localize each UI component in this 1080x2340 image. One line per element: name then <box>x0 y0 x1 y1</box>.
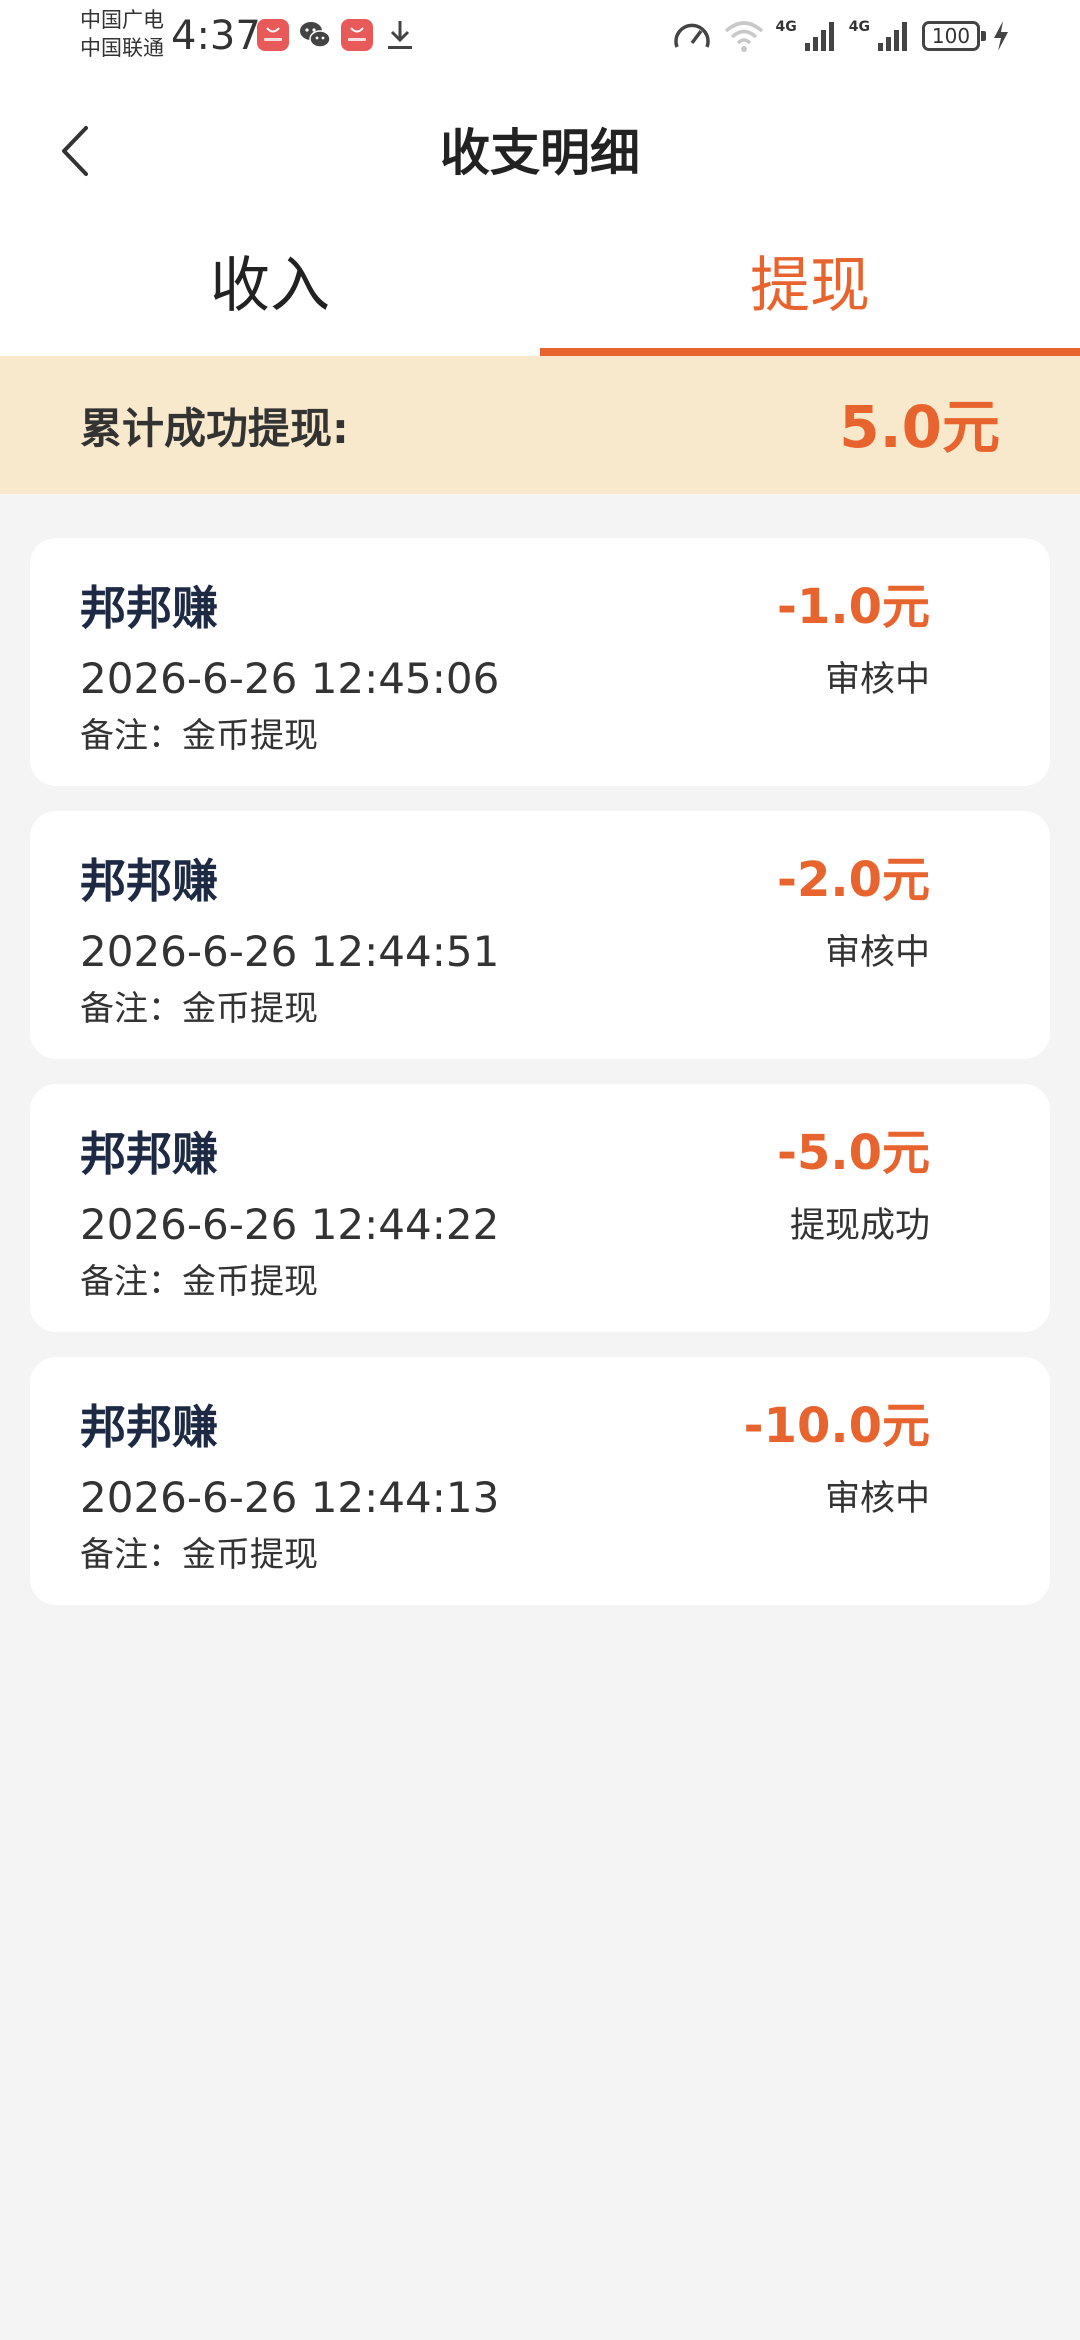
app-header: 收支明细 <box>0 76 1080 226</box>
tab-bar: 收入 提现 <box>0 226 1080 356</box>
page-title: 收支明细 <box>440 124 640 182</box>
status-icons: 4G 4G 100 <box>672 16 1010 56</box>
record-note: 备注：金币提现 <box>80 1535 318 1575</box>
record-time: 2026-6-26 12:44:51 <box>80 927 500 976</box>
carrier-1: 中国广电 <box>80 8 164 32</box>
wifi-icon <box>724 21 763 52</box>
record-name: 邦邦赚 <box>80 581 218 635</box>
signal-icon <box>878 22 907 51</box>
record-status: 审核中 <box>824 1479 930 1519</box>
record-amount: -1.0元 <box>777 579 930 635</box>
record-card[interactable]: 邦邦赚 2026-6-26 12:44:51 备注：金币提现 -2.0元 审核中 <box>30 811 1050 1059</box>
download-icon <box>388 21 412 49</box>
record-time: 2026-6-26 12:44:13 <box>80 1473 500 1522</box>
record-note: 备注：金币提现 <box>80 716 318 756</box>
record-status: 审核中 <box>824 660 930 700</box>
status-bar: 中国广电 中国联通 4:37 4G 4G 100 <box>0 0 1080 76</box>
signal-icon <box>804 22 834 51</box>
huawei-appgallery-icon <box>257 19 289 51</box>
record-card[interactable]: 邦邦赚 2026-6-26 12:45:06 备注：金币提现 -1.0元 审核中 <box>30 538 1050 786</box>
record-card[interactable]: 邦邦赚 2026-6-26 12:44:22 备注：金币提现 -5.0元 提现成… <box>30 1084 1050 1332</box>
record-status: 提现成功 <box>789 1206 930 1246</box>
record-name: 邦邦赚 <box>80 1127 218 1181</box>
record-name: 邦邦赚 <box>80 854 218 908</box>
tab-income[interactable]: 收入 <box>0 226 540 356</box>
network-type-2: 4G <box>848 19 870 35</box>
carrier-info: 中国广电 中国联通 <box>80 6 164 62</box>
record-name: 邦邦赚 <box>80 1400 218 1454</box>
summary-value: 5.0元 <box>839 393 1000 461</box>
record-note: 备注：金币提现 <box>80 1262 318 1302</box>
speed-meter-icon <box>673 23 710 48</box>
record-note: 备注：金币提现 <box>80 989 318 1029</box>
record-time: 2026-6-26 12:45:06 <box>80 654 500 703</box>
wechat-icon <box>300 22 331 48</box>
summary-label: 累计成功提现: <box>80 404 349 453</box>
tab-withdraw[interactable]: 提现 <box>540 226 1080 356</box>
charging-icon <box>994 21 1008 51</box>
carrier-2: 中国联通 <box>80 36 164 60</box>
clock: 4:37 <box>171 13 261 59</box>
network-type-1: 4G <box>775 19 797 35</box>
record-status: 审核中 <box>824 933 930 973</box>
page: 中国广电 中国联通 4:37 4G 4G 100 收支明细 收入 提现 累计成功… <box>0 0 1080 2340</box>
record-card[interactable]: 邦邦赚 2026-6-26 12:44:13 备注：金币提现 -10.0元 审核… <box>30 1357 1050 1605</box>
battery-icon: 100 <box>922 21 986 51</box>
huawei-appgallery-icon <box>341 19 373 51</box>
record-amount: -2.0元 <box>777 852 930 908</box>
record-amount: -5.0元 <box>777 1125 930 1181</box>
withdraw-record-list: 邦邦赚 2026-6-26 12:45:06 备注：金币提现 -1.0元 审核中… <box>30 538 1050 1630</box>
withdraw-summary: 累计成功提现: 5.0元 <box>0 356 1080 494</box>
record-time: 2026-6-26 12:44:22 <box>80 1200 500 1249</box>
active-tab-indicator <box>540 348 1080 356</box>
record-amount: -10.0元 <box>743 1398 930 1454</box>
